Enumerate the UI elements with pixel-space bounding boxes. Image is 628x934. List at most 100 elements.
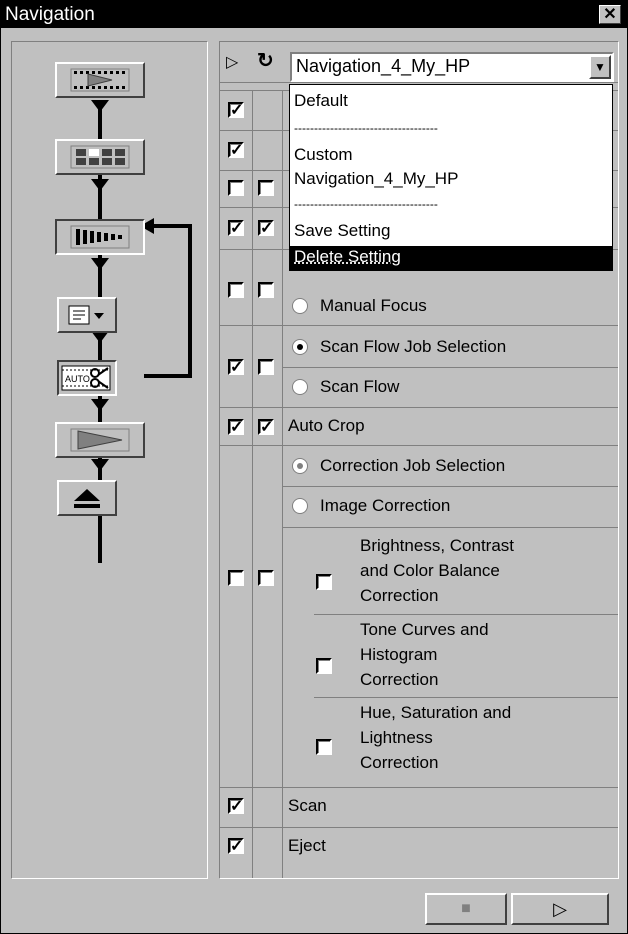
brightness-label-line2: and Color Balance bbox=[360, 561, 500, 580]
eject-label: Eject bbox=[288, 836, 326, 855]
window-title: Navigation bbox=[5, 4, 95, 25]
checkbox-autocrop-run[interactable]: ✓ bbox=[228, 419, 244, 436]
tone-label-line2: Histogram bbox=[360, 645, 438, 664]
menu-item-delete-setting[interactable]: Delete Setting bbox=[290, 246, 612, 270]
checkbox-brightness[interactable] bbox=[316, 574, 332, 590]
radio-scan-flow[interactable] bbox=[292, 379, 308, 395]
column-divider bbox=[252, 90, 253, 878]
column-divider bbox=[282, 90, 283, 878]
checkbox-correction-run[interactable] bbox=[228, 570, 244, 586]
checkbox-focus-run[interactable] bbox=[228, 282, 244, 298]
checkbox-hue-saturation[interactable] bbox=[316, 739, 332, 755]
loop-vertical-line bbox=[188, 224, 192, 378]
scan-play-icon bbox=[70, 428, 130, 452]
eject-button[interactable] bbox=[57, 480, 117, 516]
svg-text:AUTO: AUTO bbox=[65, 374, 90, 384]
checkbox-scanflow-run[interactable]: ✓ bbox=[228, 359, 244, 376]
checkbox-row2-run[interactable]: ✓ bbox=[228, 142, 244, 159]
auto-crop-label: Auto Crop bbox=[288, 416, 365, 435]
close-icon: ✕ bbox=[603, 5, 617, 23]
radio-dot bbox=[297, 463, 303, 469]
row-divider bbox=[282, 367, 618, 368]
tone-label-line3: Correction bbox=[360, 670, 439, 689]
checkbox-eject-run[interactable]: ✓ bbox=[228, 838, 244, 855]
checkbox-scan-run[interactable]: ✓ bbox=[228, 798, 244, 815]
radio-image-correction[interactable] bbox=[292, 498, 308, 514]
auto-crop-button[interactable]: AUTO bbox=[57, 360, 117, 396]
radio-manual-focus[interactable] bbox=[292, 298, 308, 314]
scan-flow-job-selection-label: Scan Flow Job Selection bbox=[320, 337, 507, 356]
menu-item-custom[interactable]: Custom bbox=[294, 145, 353, 165]
checkmark-icon: ✓ bbox=[230, 419, 244, 436]
checkmark-icon: ✓ bbox=[260, 419, 274, 436]
play-icon: ▷ bbox=[226, 54, 239, 71]
checkbox-row3-run[interactable] bbox=[228, 180, 244, 196]
checkmark-icon: ✓ bbox=[260, 220, 274, 237]
checkmark-icon: ✓ bbox=[230, 220, 244, 237]
menu-item-default[interactable]: Default bbox=[294, 91, 348, 111]
radio-dot bbox=[297, 344, 303, 350]
checkbox-row3-repeat[interactable] bbox=[258, 180, 274, 196]
row-divider bbox=[220, 827, 618, 828]
checkbox-focus-repeat[interactable] bbox=[258, 282, 274, 298]
brightness-label-line1: Brightness, Contrast bbox=[360, 536, 515, 555]
checkbox-correction-repeat[interactable] bbox=[258, 570, 274, 586]
scan-label: Scan bbox=[288, 796, 327, 815]
film-strip-button[interactable] bbox=[55, 219, 145, 255]
manual-focus-label: Manual Focus bbox=[320, 296, 427, 315]
combo-value: Navigation_4_My_HP bbox=[296, 56, 471, 76]
refresh-icon: ↻ bbox=[257, 50, 274, 72]
checkmark-icon: ✓ bbox=[230, 142, 244, 159]
job-select-button[interactable] bbox=[57, 297, 117, 333]
checkbox-autocrop-repeat[interactable]: ✓ bbox=[258, 419, 274, 436]
down-arrow-icon bbox=[91, 100, 109, 112]
checkbox-tone-curves[interactable] bbox=[316, 658, 332, 674]
checkbox-row1-run[interactable]: ✓ bbox=[228, 102, 244, 119]
close-button[interactable]: ✕ bbox=[599, 5, 621, 24]
job-select-icon bbox=[68, 305, 104, 325]
navigation-window: Navigation ✕ AUTO ▷ ↻ Navigation_4_My_HP… bbox=[0, 0, 628, 934]
scan-flow-label: Scan Flow bbox=[320, 377, 400, 396]
row-divider bbox=[314, 697, 618, 698]
down-arrow-icon bbox=[91, 399, 109, 411]
checkmark-icon: ✓ bbox=[230, 102, 244, 119]
row-divider bbox=[220, 445, 618, 446]
stop-button[interactable]: ■ bbox=[425, 893, 507, 925]
down-arrow-icon bbox=[91, 179, 109, 191]
prescan-icon bbox=[70, 68, 130, 92]
tone-label-line1: Tone Curves and bbox=[360, 620, 489, 639]
menu-item-save-setting[interactable]: Save Setting bbox=[294, 221, 390, 241]
checkmark-icon: ✓ bbox=[230, 798, 244, 815]
play-icon: ▷ bbox=[553, 898, 567, 919]
row-divider bbox=[220, 407, 618, 408]
menu-item-navigation-4-my-hp[interactable]: Navigation_4_My_HP bbox=[294, 169, 458, 189]
checkbox-row4-repeat[interactable]: ✓ bbox=[258, 220, 274, 237]
chevron-down-icon: ▼ bbox=[594, 60, 606, 74]
combo-dropdown-button[interactable]: ▼ bbox=[589, 55, 611, 79]
start-button[interactable]: ▷ bbox=[511, 893, 609, 925]
film-strip-icon bbox=[70, 225, 130, 249]
menu-separator: ------------------------------------ bbox=[294, 197, 438, 211]
hue-label-line1: Hue, Saturation and bbox=[360, 703, 512, 722]
auto-crop-icon: AUTO bbox=[61, 365, 111, 391]
scan-button[interactable] bbox=[55, 422, 145, 458]
down-arrow-icon bbox=[91, 258, 109, 270]
image-correction-label: Image Correction bbox=[320, 496, 451, 515]
checkbox-row4-run[interactable]: ✓ bbox=[228, 220, 244, 237]
menu-item-delete-setting-label: Delete Setting bbox=[294, 247, 401, 266]
stop-icon: ■ bbox=[461, 900, 471, 917]
row-divider bbox=[282, 486, 618, 487]
title-bar: Navigation ✕ bbox=[1, 1, 627, 28]
menu-separator: ------------------------------------ bbox=[294, 121, 438, 135]
index-scan-icon bbox=[70, 145, 130, 169]
radio-correction-job-selection[interactable] bbox=[292, 458, 308, 474]
panel-header: ▷ ↻ Navigation_4_My_HP ▼ bbox=[220, 42, 618, 83]
row-divider bbox=[282, 527, 618, 528]
index-scan-button[interactable] bbox=[55, 139, 145, 175]
settings-combo[interactable]: Navigation_4_My_HP ▼ bbox=[290, 52, 614, 82]
row-divider bbox=[314, 614, 618, 615]
prescan-button[interactable] bbox=[55, 62, 145, 98]
radio-scan-flow-job-selection[interactable] bbox=[292, 339, 308, 355]
hue-label-line3: Correction bbox=[360, 753, 439, 772]
checkbox-scanflow-repeat[interactable] bbox=[258, 359, 274, 375]
